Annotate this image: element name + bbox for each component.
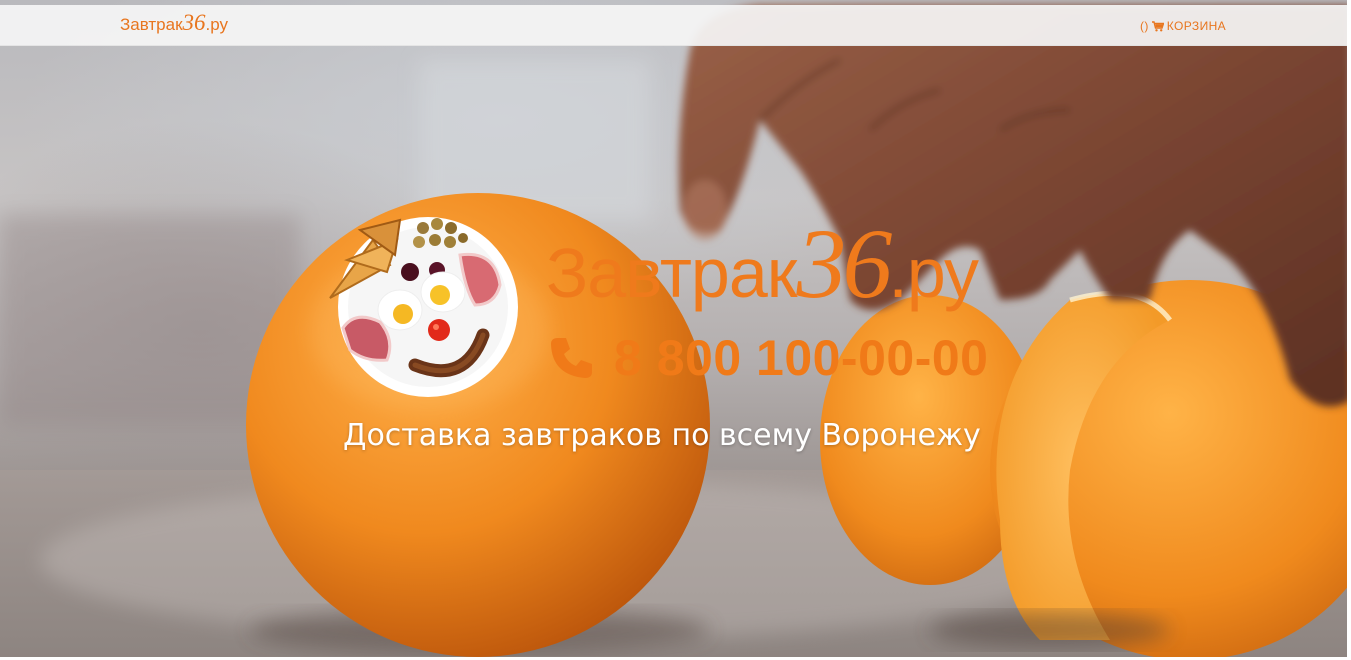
phone-icon — [551, 338, 592, 378]
breakfast-plate-logo — [329, 217, 518, 397]
hero-brand-prefix: Завтрак — [546, 234, 797, 312]
top-navbar: Завтрак36.ру () КОРЗИНА — [0, 5, 1351, 46]
hero-brand-title: Завтрак36.ру — [546, 214, 979, 315]
hero-brand-number: 36 — [796, 208, 892, 319]
hero-phone-number[interactable]: 8 800 100-00-00 — [614, 329, 988, 387]
nav-logo-prefix: Завтрак — [120, 15, 183, 34]
cart-icon — [1151, 20, 1164, 31]
cart-count: () — [1140, 19, 1149, 33]
nav-logo-number: 36 — [182, 10, 206, 35]
hero-phone-row[interactable]: 8 800 100-00-00 — [548, 328, 988, 388]
nav-logo-suffix: .ру — [205, 15, 229, 34]
nav-logo-link[interactable]: Завтрак36.ру — [120, 11, 229, 35]
scrollbar-gutter — [1347, 0, 1351, 660]
cart-label: КОРЗИНА — [1166, 19, 1227, 33]
hero-brand-suffix: .ру — [888, 234, 979, 312]
hero-tagline: Доставка завтраков по всему Воронежу — [343, 418, 981, 453]
cart-link[interactable]: () КОРЗИНА — [1140, 19, 1226, 33]
page: Завтрак36.ру () КОРЗИНА Завтрак36.ру 8 8… — [0, 0, 1351, 660]
